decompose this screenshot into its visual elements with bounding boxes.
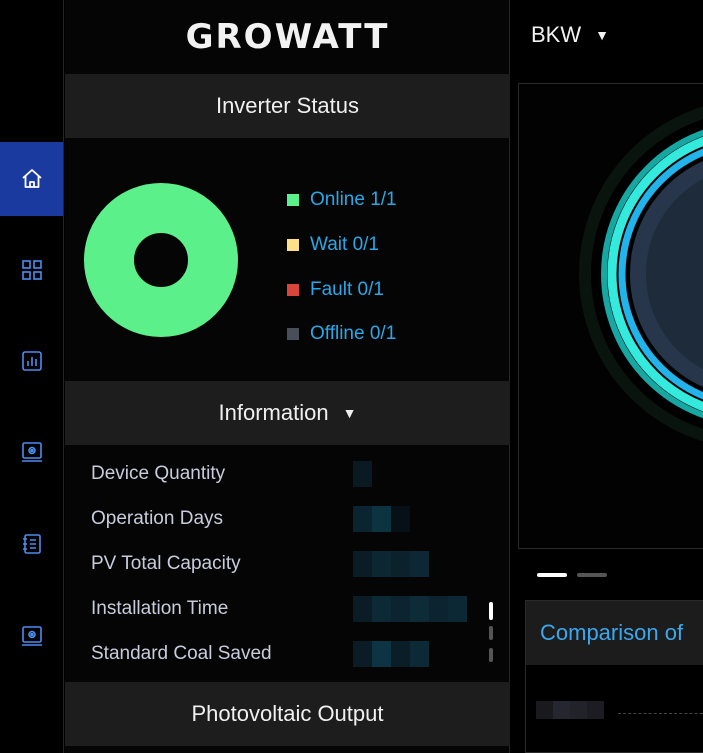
nav-device-settings[interactable]	[0, 415, 63, 489]
plant-selector[interactable]: BKW ▼	[531, 22, 609, 48]
photovoltaic-output-title: Photovoltaic Output	[191, 701, 384, 726]
info-label: PV Total Capacity	[91, 552, 241, 574]
comparison-card: Comparison of	[525, 600, 703, 753]
notebook-icon	[22, 534, 41, 554]
nav-home[interactable]	[0, 142, 63, 216]
nav-settings[interactable]	[0, 599, 63, 673]
masked-value	[353, 550, 429, 577]
legend-swatch	[287, 283, 299, 296]
carousel-indicator	[537, 573, 617, 577]
brand-logo: GROWATT	[65, 0, 510, 74]
legend-item-wait[interactable]: Wait 0/1	[287, 223, 397, 268]
legend-label: Offline 0/1	[310, 323, 397, 345]
info-row-pv-total-capacity: PV Total Capacity	[91, 541, 491, 586]
scrollbar-track-segment	[489, 626, 493, 640]
comparison-title: Comparison of	[540, 620, 684, 645]
brand-name: GROWATT	[185, 17, 390, 57]
legend-label: Wait 0/1	[310, 234, 379, 256]
photovoltaic-output-header: Photovoltaic Output	[65, 682, 510, 746]
info-row-device-quantity: Device Quantity	[91, 451, 491, 496]
legend-label: Online 1/1	[310, 189, 397, 211]
information-header[interactable]: Information ▼	[65, 381, 510, 445]
device-settings-icon	[21, 442, 42, 462]
nav-reports[interactable]	[0, 324, 63, 398]
carousel-dot[interactable]	[577, 573, 607, 577]
legend-swatch	[287, 194, 299, 207]
inverter-status-header: Inverter Status	[65, 74, 510, 138]
plant-name: BKW	[531, 22, 582, 47]
plant-area: BKW ▼ Comparison of	[511, 0, 703, 753]
info-label: Device Quantity	[91, 462, 226, 484]
nav-logbook[interactable]	[0, 507, 63, 581]
scrollbar-thumb[interactable]	[489, 602, 493, 620]
donut-segment-online	[84, 183, 238, 337]
masked-value	[353, 505, 410, 532]
chart-icon	[21, 351, 42, 371]
legend-swatch	[287, 328, 299, 341]
power-flow-card	[518, 83, 703, 549]
info-scrollbar[interactable]	[489, 602, 493, 666]
power-gauge-graphic	[579, 106, 703, 442]
info-label: Operation Days	[91, 507, 224, 529]
info-label: Standard Coal Saved	[91, 642, 272, 664]
legend-label: Fault 0/1	[310, 278, 384, 300]
carousel-dot-active[interactable]	[537, 573, 567, 577]
info-row-operation-days: Operation Days	[91, 496, 491, 541]
nav-dashboard[interactable]	[0, 233, 63, 307]
overview-panel: GROWATT Inverter Status Online 1/1 Wait …	[65, 0, 510, 753]
device-settings-icon	[21, 626, 42, 646]
masked-value	[353, 460, 372, 487]
inverter-status-donut	[84, 183, 238, 337]
information-title: Information	[218, 400, 329, 425]
info-row-standard-coal-saved: Standard Coal Saved	[91, 631, 491, 676]
caret-down-icon: ▼	[342, 405, 357, 421]
legend-item-offline[interactable]: Offline 0/1	[287, 312, 397, 357]
inverter-status-title: Inverter Status	[215, 93, 360, 118]
inverter-status-legend: Online 1/1 Wait 0/1 Fault 0/1 Offline 0/…	[287, 178, 397, 357]
masked-value	[536, 701, 604, 719]
grid-icon	[21, 260, 42, 280]
side-navigation	[0, 0, 64, 753]
home-icon	[21, 169, 42, 188]
masked-value	[353, 640, 429, 667]
legend-item-online[interactable]: Online 1/1	[287, 178, 397, 223]
scrollbar-track-segment	[489, 648, 493, 662]
info-label: Installation Time	[91, 597, 229, 619]
legend-item-fault[interactable]: Fault 0/1	[287, 267, 397, 312]
comparison-header: Comparison of	[526, 601, 703, 665]
info-row-installation-time: Installation Time	[91, 586, 491, 631]
masked-value	[353, 595, 467, 622]
legend-swatch	[287, 239, 299, 252]
caret-down-icon: ▼	[595, 27, 609, 43]
chart-gridline	[618, 713, 703, 714]
